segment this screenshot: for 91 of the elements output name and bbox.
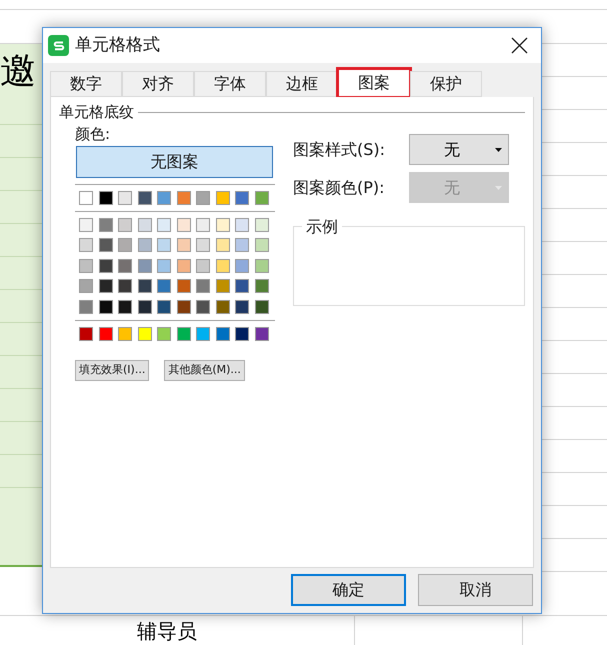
color-swatch[interactable] <box>235 238 249 252</box>
tab[interactable]: 数字 <box>50 71 122 97</box>
color-swatch[interactable] <box>254 279 268 293</box>
color-swatch[interactable] <box>98 326 112 340</box>
field-label: 图案样式(S): <box>293 138 386 160</box>
color-swatch[interactable] <box>216 326 230 340</box>
color-swatch[interactable] <box>157 238 171 252</box>
color-swatch[interactable] <box>157 326 171 340</box>
color-swatch[interactable] <box>118 218 132 232</box>
color-swatch[interactable] <box>196 326 210 340</box>
small-button[interactable]: 其他颜色(M)... <box>164 360 245 380</box>
color-swatch[interactable] <box>216 258 230 272</box>
color-swatch[interactable] <box>176 326 190 340</box>
color-swatch[interactable] <box>216 190 230 204</box>
color-swatch[interactable] <box>118 190 132 204</box>
color-swatch[interactable] <box>196 218 210 232</box>
color-swatch[interactable] <box>118 300 132 314</box>
color-swatch[interactable] <box>98 238 112 252</box>
color-swatch[interactable] <box>98 218 112 232</box>
color-swatch[interactable] <box>196 258 210 272</box>
color-swatch[interactable] <box>98 279 112 293</box>
color-swatch[interactable] <box>254 258 268 272</box>
color-swatch[interactable] <box>216 218 230 232</box>
color-swatch[interactable] <box>118 326 132 340</box>
color-swatch[interactable] <box>254 326 268 340</box>
color-swatch[interactable] <box>176 190 190 204</box>
color-label: 颜色: <box>75 124 112 144</box>
color-swatch[interactable] <box>176 300 190 314</box>
color-swatch[interactable] <box>196 279 210 293</box>
color-swatch[interactable] <box>254 300 268 314</box>
tab[interactable]: 保护 <box>410 71 482 97</box>
color-swatch[interactable] <box>157 279 171 293</box>
color-swatch[interactable] <box>235 218 249 232</box>
color-swatch[interactable] <box>176 238 190 252</box>
color-swatch[interactable] <box>138 190 152 204</box>
color-swatch[interactable] <box>235 326 249 340</box>
small-button[interactable]: 填充效果(I)... <box>75 360 150 380</box>
cell-text: 邀 <box>0 50 37 92</box>
color-swatch[interactable] <box>118 238 132 252</box>
color-swatch[interactable] <box>196 190 210 204</box>
color-swatch[interactable] <box>254 218 268 232</box>
color-swatch[interactable] <box>79 326 93 340</box>
color-swatch[interactable] <box>176 279 190 293</box>
field-label: 图案颜色(P): <box>293 176 386 198</box>
dropdown[interactable]: 无 <box>409 134 509 165</box>
color-swatch[interactable] <box>79 279 93 293</box>
color-swatch[interactable] <box>79 300 93 314</box>
color-swatch[interactable] <box>98 258 112 272</box>
window-title: 单元格格式 <box>75 34 160 57</box>
color-swatch[interactable] <box>254 190 268 204</box>
color-swatch[interactable] <box>98 190 112 204</box>
color-swatch[interactable] <box>196 238 210 252</box>
color-swatch[interactable] <box>216 238 230 252</box>
color-swatch[interactable] <box>157 300 171 314</box>
color-swatch[interactable] <box>176 218 190 232</box>
color-swatch[interactable] <box>118 258 132 272</box>
color-swatch[interactable] <box>138 238 152 252</box>
color-swatch[interactable] <box>235 258 249 272</box>
color-swatch[interactable] <box>79 258 93 272</box>
color-swatch[interactable] <box>216 300 230 314</box>
color-swatch[interactable] <box>79 190 93 204</box>
color-swatch[interactable] <box>157 258 171 272</box>
color-swatch[interactable] <box>79 238 93 252</box>
color-swatch[interactable] <box>118 279 132 293</box>
color-swatch[interactable] <box>157 190 171 204</box>
color-swatch[interactable] <box>176 258 190 272</box>
dialog-button[interactable]: 确定 <box>291 574 406 606</box>
color-swatch[interactable] <box>235 190 249 204</box>
tab[interactable]: 边框 <box>266 71 338 97</box>
color-swatch[interactable] <box>79 218 93 232</box>
color-swatch[interactable] <box>254 238 268 252</box>
color-swatch[interactable] <box>138 326 152 340</box>
color-swatch[interactable] <box>235 300 249 314</box>
no-pattern-button[interactable]: 无图案 <box>76 146 273 178</box>
color-swatch[interactable] <box>138 258 152 272</box>
group-label: 单元格底纹 <box>59 102 134 123</box>
color-swatch[interactable] <box>196 300 210 314</box>
color-swatch[interactable] <box>235 279 249 293</box>
color-swatch[interactable] <box>216 279 230 293</box>
color-swatch[interactable] <box>98 300 112 314</box>
color-swatch[interactable] <box>138 279 152 293</box>
tab[interactable]: 图案 <box>338 69 410 97</box>
tab[interactable]: 字体 <box>194 71 266 97</box>
color-swatch[interactable] <box>138 300 152 314</box>
color-swatch[interactable] <box>157 218 171 232</box>
cell-text: 辅导员 <box>137 618 197 644</box>
app-logo-icon <box>48 35 69 56</box>
color-swatch[interactable] <box>138 218 152 232</box>
tab[interactable]: 对齐 <box>122 71 194 97</box>
dialog-button[interactable]: 取消 <box>418 574 533 606</box>
caret-icon <box>495 148 502 152</box>
